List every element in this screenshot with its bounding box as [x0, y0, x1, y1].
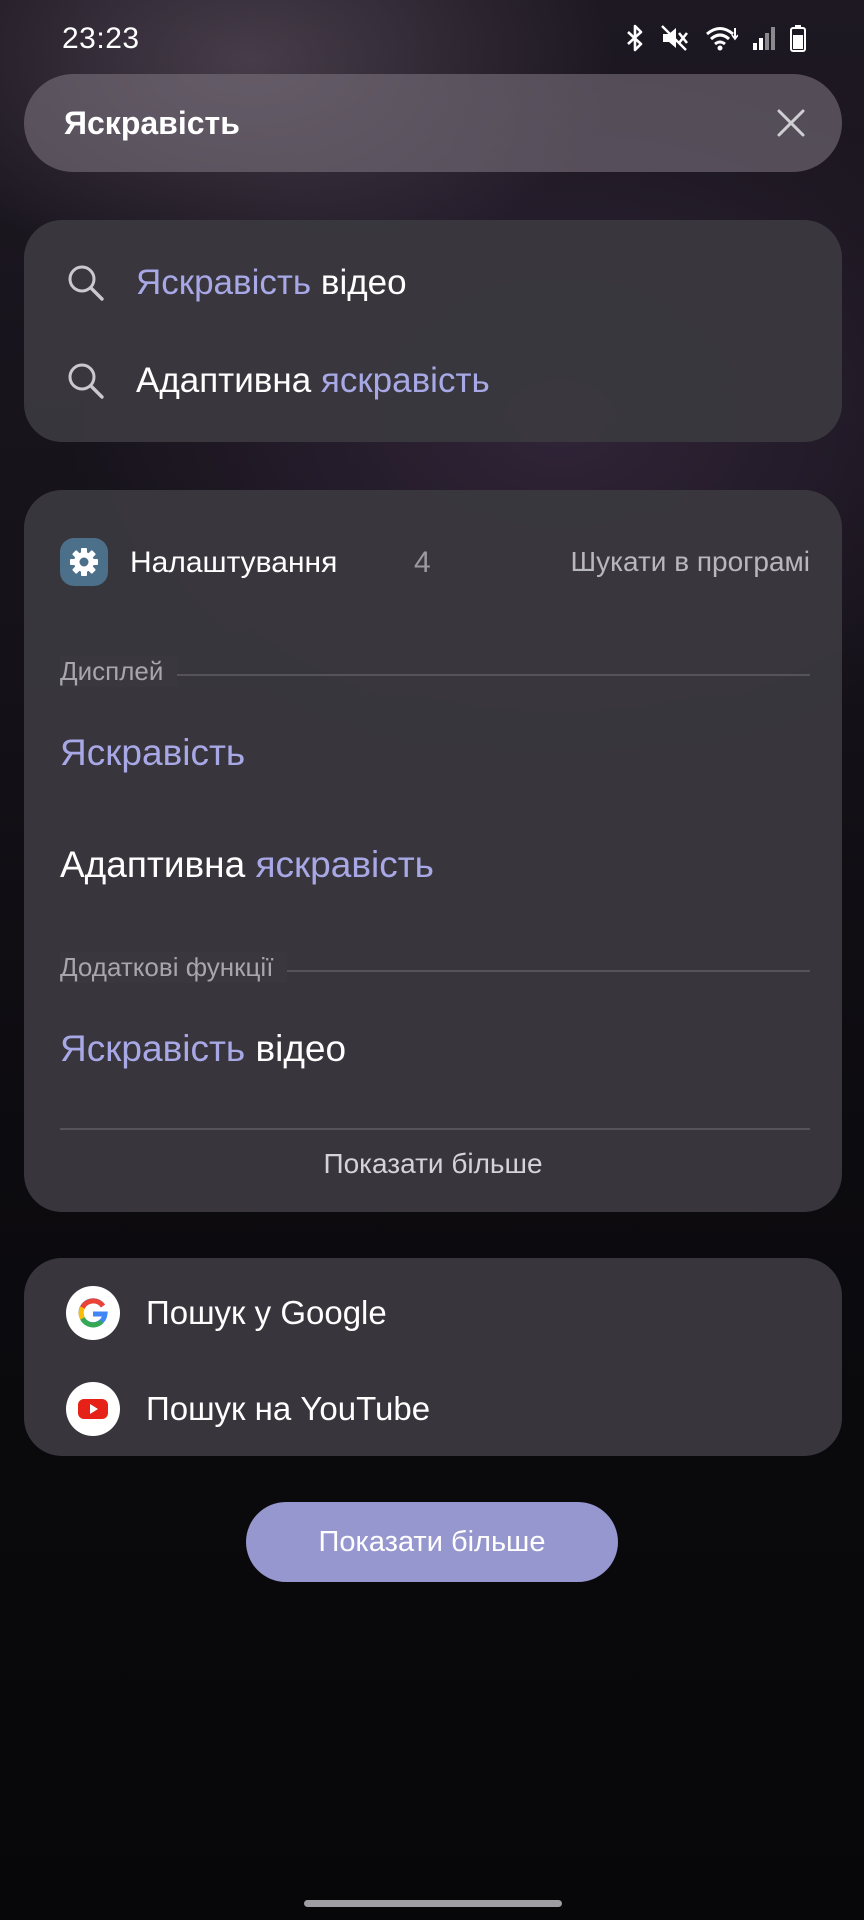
result-text: Яскравість відео	[60, 1028, 346, 1070]
result-rest: відео	[245, 1028, 347, 1069]
result-highlight: Яскравість	[60, 732, 246, 773]
youtube-icon-badge	[66, 1382, 120, 1436]
section-header: Додаткові функції	[60, 948, 810, 988]
google-search-label: Пошук у Google	[146, 1294, 387, 1331]
google-search-item[interactable]: Пошук у Google	[24, 1268, 842, 1358]
suggestion-text: Адаптивна яскравість	[136, 361, 490, 401]
result-item[interactable]: Яскравість	[60, 718, 810, 792]
result-count: 4	[414, 546, 431, 579]
status-icons	[624, 24, 806, 52]
status-bar: 23:23	[0, 0, 864, 80]
bluetooth-icon	[627, 24, 643, 52]
result-prefix: Адаптивна	[60, 844, 256, 885]
search-bar[interactable]: Яскравість	[24, 74, 842, 172]
show-more-link[interactable]: Показати більше	[24, 1148, 842, 1180]
google-icon-badge	[66, 1286, 120, 1340]
close-icon[interactable]	[770, 102, 812, 144]
youtube-icon	[78, 1399, 108, 1419]
suggestions-card: Яскравість відео Адаптивна яскравість	[24, 220, 842, 442]
section-label: Додаткові функції	[60, 952, 288, 983]
signal-icon	[753, 27, 775, 50]
suggestion-rest: відео	[311, 263, 407, 302]
app-name: Налаштування	[130, 546, 338, 579]
result-highlight: яскравість	[255, 844, 434, 885]
status-time: 23:23	[62, 22, 140, 55]
suggestion-text: Яскравість відео	[136, 263, 407, 303]
settings-app-icon	[60, 538, 108, 586]
app-header: Налаштування 4 Шукати в програмі	[60, 538, 810, 588]
suggestion-prefix: Адаптивна	[136, 361, 321, 400]
divider	[60, 1128, 810, 1130]
result-highlight: Яскравість	[60, 1028, 246, 1069]
result-item[interactable]: Яскравість відео	[60, 1014, 810, 1088]
suggestion-highlight: Яскравість	[136, 263, 312, 302]
show-more-button[interactable]: Показати більше	[246, 1502, 618, 1582]
suggestion-item[interactable]: Адаптивна яскравість	[24, 336, 842, 426]
youtube-search-label: Пошук на YouTube	[146, 1390, 431, 1427]
youtube-search-item[interactable]: Пошук на YouTube	[24, 1364, 842, 1454]
section-label: Дисплей	[60, 656, 178, 687]
search-icon	[68, 265, 104, 301]
mute-icon	[661, 25, 689, 51]
section-header: Дисплей	[60, 652, 810, 692]
suggestion-highlight: яскравість	[320, 361, 490, 400]
web-search-card: Пошук у Google Пошук на YouTube	[24, 1258, 842, 1456]
result-text: Яскравість	[60, 732, 245, 774]
battery-icon	[790, 25, 806, 52]
gear-icon	[70, 548, 98, 576]
search-input[interactable]: Яскравість	[64, 105, 240, 142]
wifi-icon	[706, 27, 738, 51]
suggestion-item[interactable]: Яскравість відео	[24, 238, 842, 328]
search-in-app-link[interactable]: Шукати в програмі	[570, 546, 810, 578]
result-text: Адаптивна яскравість	[60, 844, 434, 886]
home-indicator[interactable]	[304, 1900, 562, 1907]
settings-results-card: Налаштування 4 Шукати в програмі Дисплей…	[24, 490, 842, 1212]
google-icon	[78, 1298, 108, 1328]
search-icon	[68, 363, 104, 399]
result-item[interactable]: Адаптивна яскравість	[60, 830, 810, 904]
